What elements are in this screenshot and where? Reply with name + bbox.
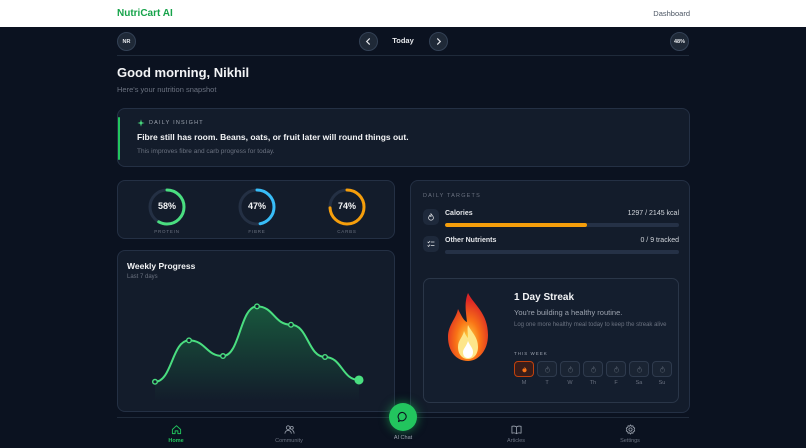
carbs-label: CARBS xyxy=(337,229,357,234)
calories-progress-fill xyxy=(445,223,587,227)
day-box-thu xyxy=(583,361,603,377)
calories-icon-box xyxy=(423,209,439,225)
chat-bubble-icon xyxy=(397,411,407,423)
weekly-point xyxy=(321,353,328,360)
streak-flame-icon xyxy=(448,293,488,361)
flame-icon xyxy=(521,366,527,372)
daily-targets-card: DAILY TARGETS Calories 1297 / 2145 kcal … xyxy=(410,180,690,413)
day-box-wed xyxy=(560,361,580,377)
home-icon xyxy=(171,425,181,435)
page-title: Good morning, Nikhil xyxy=(117,65,250,80)
nav-community[interactable]: Community xyxy=(264,424,314,444)
weekly-progress-chart xyxy=(152,303,364,401)
nutrients-label: Other Nutrients xyxy=(445,237,497,244)
weekly-point xyxy=(253,303,260,310)
day-label: F xyxy=(614,380,618,386)
flame-icon xyxy=(659,365,665,373)
macro-ring-fibre: 47% FIBRE xyxy=(237,187,277,234)
weekly-area xyxy=(155,306,359,401)
ai-chat-label: AI Chat xyxy=(393,435,413,441)
flame-icon xyxy=(567,365,573,373)
weekly-title: Weekly Progress xyxy=(127,261,196,271)
nav-home-label: Home xyxy=(168,438,184,444)
flame-icon xyxy=(544,365,550,373)
day-label: T xyxy=(545,380,549,386)
day-label: M xyxy=(521,380,527,386)
calories-value: 1297 / 2145 kcal xyxy=(627,210,679,217)
macro-ring-carbs: 74% CARBS xyxy=(327,187,367,234)
day-label: Sa xyxy=(635,380,643,386)
nav-community-label: Community xyxy=(275,438,303,444)
flame-icon xyxy=(590,365,596,373)
user-avatar[interactable]: NR xyxy=(117,32,136,51)
chevron-left-icon xyxy=(365,38,370,45)
targets-tag: DAILY TARGETS xyxy=(423,193,481,199)
fibre-percent: 47% xyxy=(247,201,266,211)
ai-chat-button[interactable] xyxy=(389,403,417,431)
weekly-progress-card: Weekly Progress Last 7 days xyxy=(117,250,395,412)
nav-articles-label: Articles xyxy=(506,438,526,444)
top-bar: NutriCart AI Dashboard xyxy=(0,0,806,27)
weekly-point xyxy=(354,375,364,385)
sparkle-icon xyxy=(137,119,145,127)
streak-note: Log one more healthy meal today to keep … xyxy=(514,322,667,328)
next-day-button[interactable] xyxy=(429,32,448,51)
calories-label: Calories xyxy=(445,210,473,217)
nutrients-progress-track xyxy=(445,250,679,254)
insight-tag: DAILY INSIGHT xyxy=(137,119,204,127)
weekly-point xyxy=(287,321,294,328)
nav-home[interactable]: Home xyxy=(151,424,201,444)
nutrients-icon-box xyxy=(423,236,439,252)
macro-ring-protein: 58% PROTEIN xyxy=(147,187,187,234)
flame-icon xyxy=(636,365,642,373)
gear-icon xyxy=(625,424,635,435)
weekly-point xyxy=(152,378,159,385)
day-box-mon xyxy=(514,361,534,377)
streak-subtitle: You're building a healthy routine. xyxy=(514,308,623,317)
insight-headline: Fibre still has room. Beans, oats, or fr… xyxy=(137,132,409,142)
weekly-subtitle: Last 7 days xyxy=(127,274,158,280)
nav-articles[interactable]: Articles xyxy=(491,424,541,444)
brand-logo[interactable]: NutriCart AI xyxy=(117,8,173,19)
weekly-point xyxy=(219,353,226,360)
day-box-fri xyxy=(606,361,626,377)
day-box-sun xyxy=(652,361,672,377)
nav-settings[interactable]: Settings xyxy=(605,424,655,444)
streak-title: 1 Day Streak xyxy=(514,292,575,303)
insight-accent-bar xyxy=(118,117,120,160)
users-icon xyxy=(284,425,294,434)
insight-tag-label: DAILY INSIGHT xyxy=(149,120,204,126)
day-box-tue xyxy=(537,361,557,377)
divider xyxy=(117,55,689,56)
date-label: Today xyxy=(392,36,414,45)
completion-badge[interactable]: 48% xyxy=(670,32,689,51)
carbs-percent: 74% xyxy=(337,201,356,211)
calories-progress-track xyxy=(445,223,679,227)
insight-note: This improves fibre and carb progress fo… xyxy=(137,148,275,155)
streak-week-label: THIS WEEK xyxy=(514,351,548,356)
day-box-sat xyxy=(629,361,649,377)
day-label: Su xyxy=(658,380,666,386)
day-label: W xyxy=(567,380,573,386)
weekly-point xyxy=(185,337,192,344)
protein-label: PROTEIN xyxy=(154,229,180,234)
dashboard-link[interactable]: Dashboard xyxy=(653,9,690,18)
prev-day-button[interactable] xyxy=(359,32,378,51)
list-icon xyxy=(427,240,435,247)
flame-icon xyxy=(428,213,434,221)
nav-settings-label: Settings xyxy=(620,438,640,444)
fibre-label: FIBRE xyxy=(248,229,266,234)
nutrients-value: 0 / 9 tracked xyxy=(640,237,679,244)
page-subtitle: Here's your nutrition snapshot xyxy=(117,85,217,94)
book-icon xyxy=(511,425,521,435)
protein-percent: 58% xyxy=(157,201,176,211)
streak-card: 1 Day Streak You're building a healthy r… xyxy=(423,278,679,403)
macros-card: 58% PROTEIN 47% FIBRE 74% CARBS xyxy=(117,180,395,239)
flame-icon xyxy=(613,365,619,373)
chevron-right-icon xyxy=(437,38,442,45)
daily-insight-card: DAILY INSIGHT Fibre still has room. Bean… xyxy=(117,108,690,167)
day-label: Th xyxy=(589,380,597,386)
